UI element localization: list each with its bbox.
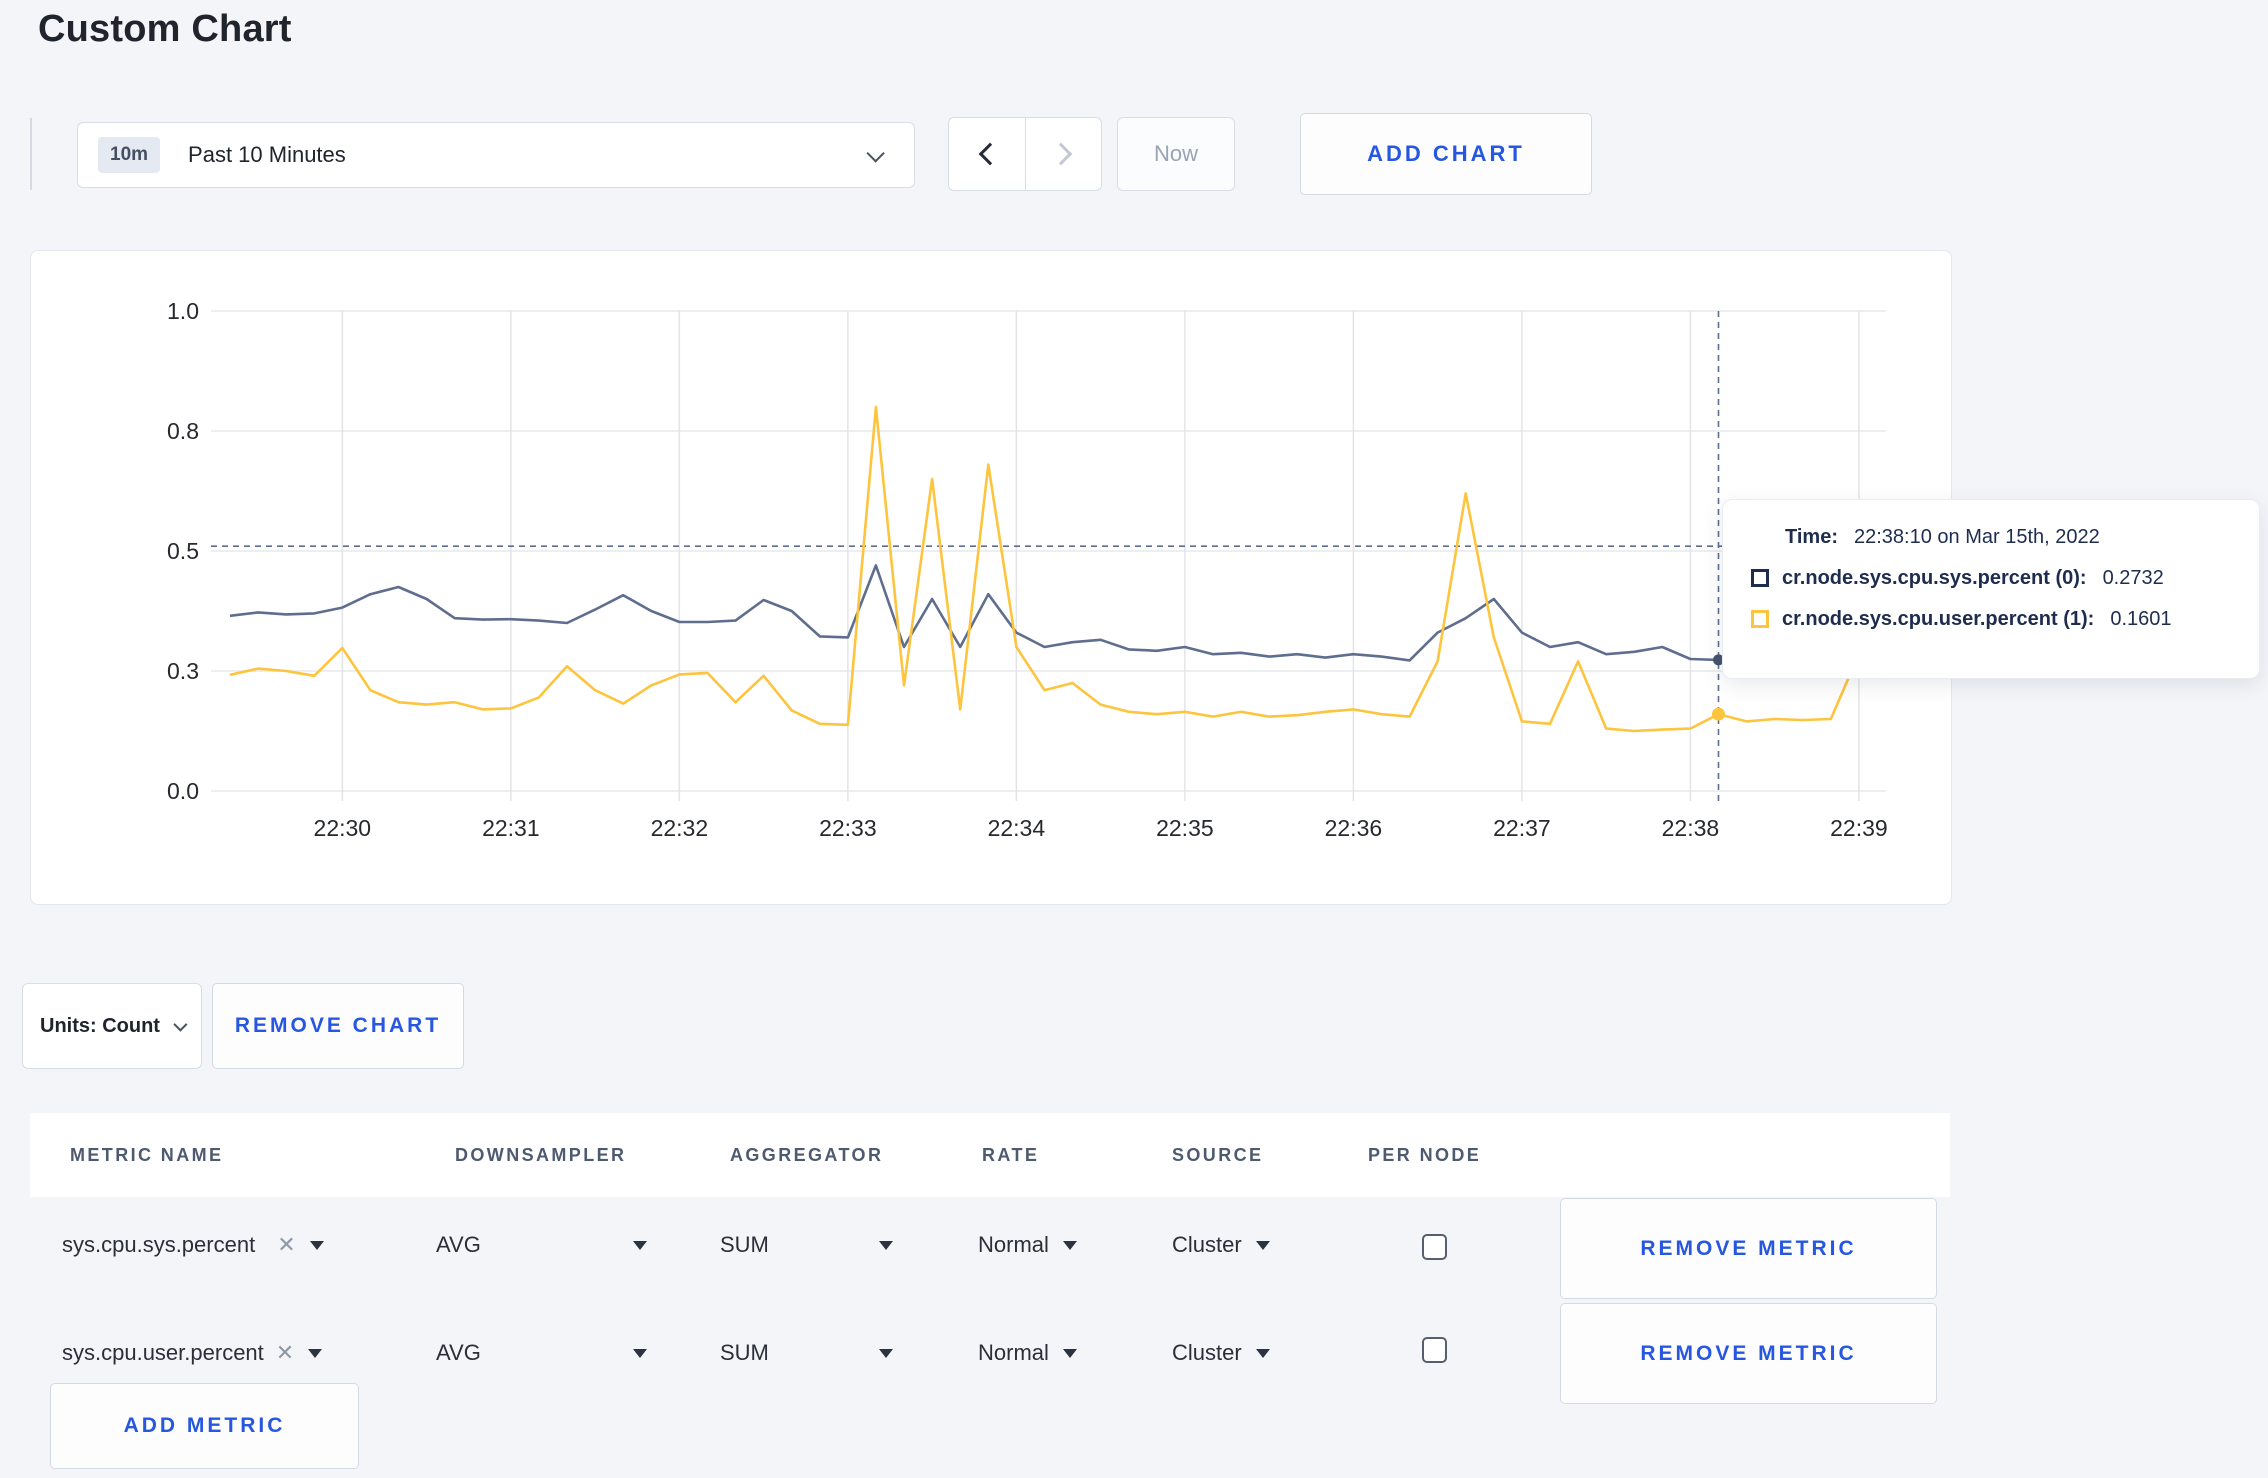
series-sys-swatch-icon xyxy=(1751,569,1769,587)
series-user-swatch-icon xyxy=(1751,610,1769,628)
svg-text:22:33: 22:33 xyxy=(819,815,877,841)
col-header-per-node: PER NODE xyxy=(1368,1145,1482,1165)
svg-text:22:36: 22:36 xyxy=(1325,815,1383,841)
source-select[interactable]: Cluster xyxy=(1172,1340,1270,1366)
chevron-left-icon xyxy=(978,142,1002,166)
aggregator-value: SUM xyxy=(720,1340,769,1365)
chart-hover-tooltip: Time: 22:38:10 on Mar 15th, 2022 cr.node… xyxy=(1722,499,2260,679)
rate-value: Normal xyxy=(978,1232,1049,1257)
add-metric-button[interactable]: ADD METRIC xyxy=(50,1383,359,1469)
time-forward-button[interactable] xyxy=(1025,118,1101,190)
caret-down-icon xyxy=(1255,1240,1270,1250)
svg-text:22:31: 22:31 xyxy=(482,815,540,841)
caret-down-icon xyxy=(632,1348,647,1358)
caret-down-icon xyxy=(309,1240,324,1250)
metric-name-value: sys.cpu.user.percent xyxy=(62,1340,264,1365)
add-chart-button[interactable]: ADD CHART xyxy=(1300,113,1592,195)
aggregator-select[interactable]: SUM xyxy=(720,1340,893,1366)
rate-select[interactable]: Normal xyxy=(978,1232,1077,1258)
aggregator-value: SUM xyxy=(720,1232,769,1257)
svg-text:1.0: 1.0 xyxy=(167,298,199,324)
downsampler-select[interactable]: AVG xyxy=(436,1232,647,1258)
caret-down-icon xyxy=(632,1240,647,1250)
clear-metric-icon[interactable]: ✕ xyxy=(277,1232,295,1258)
remove-chart-button[interactable]: REMOVE CHART xyxy=(212,983,464,1069)
tooltip-user-label: cr.node.sys.cpu.user.percent (1): xyxy=(1782,607,2095,630)
downsampler-value: AVG xyxy=(436,1232,481,1257)
caret-down-icon xyxy=(1062,1240,1077,1250)
page-title: Custom Chart xyxy=(38,8,292,50)
svg-text:22:30: 22:30 xyxy=(314,815,372,841)
chevron-down-icon xyxy=(173,1017,188,1032)
rate-select[interactable]: Normal xyxy=(978,1340,1077,1366)
caret-down-icon xyxy=(878,1348,893,1358)
time-nav-group xyxy=(948,117,1102,191)
custom-chart-panel: 1.0 0.8 0.5 0.3 0.0 22:30 22:31 22:32 22:33 22:34… xyxy=(30,250,1952,905)
svg-text:0.5: 0.5 xyxy=(167,538,199,564)
metric-name-select[interactable]: sys.cpu.user.percent ✕ xyxy=(62,1340,323,1366)
time-back-button[interactable] xyxy=(949,118,1025,190)
custom-chart-canvas[interactable]: 1.0 0.8 0.5 0.3 0.0 22:30 22:31 22:32 22:33 22:34… xyxy=(31,251,1950,903)
downsampler-value: AVG xyxy=(436,1340,481,1365)
svg-text:22:35: 22:35 xyxy=(1156,815,1214,841)
downsampler-select[interactable]: AVG xyxy=(436,1340,647,1366)
tooltip-sys-label: cr.node.sys.cpu.sys.percent (0): xyxy=(1782,566,2087,589)
time-range-label: Past 10 Minutes xyxy=(188,142,346,167)
col-header-source: SOURCE xyxy=(1172,1145,1264,1165)
time-range-select[interactable]: 10m Past 10 Minutes xyxy=(77,122,915,188)
remove-metric-button[interactable]: REMOVE METRIC xyxy=(1560,1303,1937,1404)
remove-metric-button[interactable]: REMOVE METRIC xyxy=(1560,1198,1937,1299)
per-node-checkbox[interactable] xyxy=(1422,1337,1447,1363)
source-value: Cluster xyxy=(1172,1340,1242,1365)
svg-text:0.0: 0.0 xyxy=(167,778,199,804)
svg-text:22:37: 22:37 xyxy=(1493,815,1551,841)
col-header-aggregator: AGGREGATOR xyxy=(730,1145,884,1165)
units-select[interactable]: Units: Count xyxy=(22,983,202,1069)
toolbar-left-divider xyxy=(30,118,32,190)
caret-down-icon xyxy=(308,1348,323,1358)
chevron-right-icon xyxy=(1049,142,1072,166)
tooltip-user-value: 0.1601 xyxy=(2110,607,2172,630)
source-select[interactable]: Cluster xyxy=(1172,1232,1270,1258)
source-value: Cluster xyxy=(1172,1232,1242,1257)
svg-text:22:38: 22:38 xyxy=(1662,815,1720,841)
clear-metric-icon[interactable]: ✕ xyxy=(276,1340,294,1366)
svg-text:22:39: 22:39 xyxy=(1830,815,1888,841)
time-range-badge: 10m xyxy=(98,137,161,173)
col-header-rate: RATE xyxy=(982,1145,1040,1165)
chevron-down-icon xyxy=(866,143,885,163)
tooltip-time-label: Time: xyxy=(1785,525,1838,548)
per-node-checkbox[interactable] xyxy=(1422,1234,1447,1260)
now-button[interactable]: Now xyxy=(1117,117,1235,191)
caret-down-icon xyxy=(1255,1348,1270,1358)
tooltip-sys-value: 0.2732 xyxy=(2102,566,2164,589)
svg-text:22:34: 22:34 xyxy=(988,815,1046,841)
rate-value: Normal xyxy=(978,1340,1049,1365)
caret-down-icon xyxy=(1062,1348,1077,1358)
aggregator-select[interactable]: SUM xyxy=(720,1232,893,1258)
metric-name-value: sys.cpu.sys.percent xyxy=(62,1232,256,1257)
metric-name-select[interactable]: sys.cpu.sys.percent ✕ xyxy=(62,1232,324,1258)
units-label: Units: Count xyxy=(40,1014,160,1037)
tooltip-time-value: 22:38:10 on Mar 15th, 2022 xyxy=(1853,525,2100,548)
svg-text:0.8: 0.8 xyxy=(167,418,199,444)
svg-text:0.3: 0.3 xyxy=(167,658,199,684)
col-header-downsampler: DOWNSAMPLER xyxy=(455,1145,627,1165)
svg-text:22:32: 22:32 xyxy=(651,815,709,841)
col-header-metric-name: METRIC NAME xyxy=(70,1145,224,1165)
caret-down-icon xyxy=(878,1240,893,1250)
